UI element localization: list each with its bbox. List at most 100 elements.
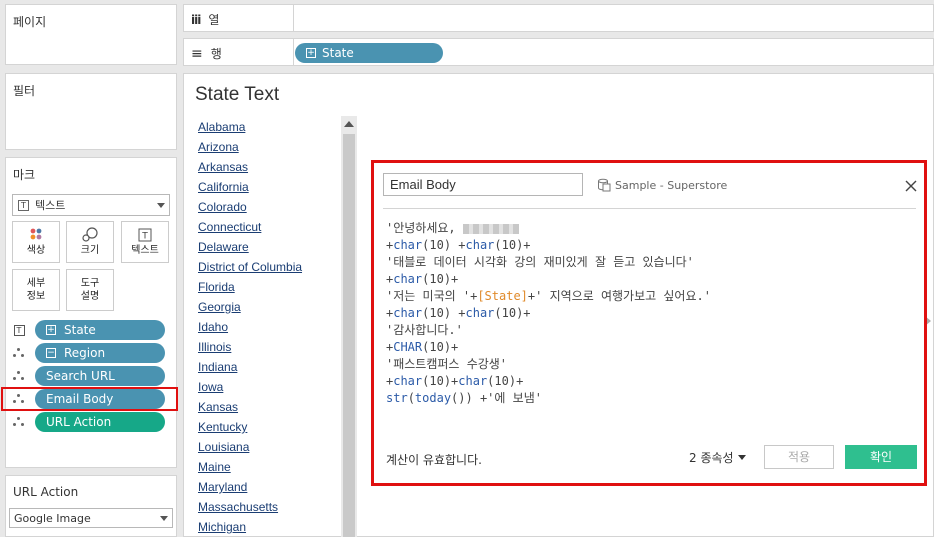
state-link[interactable]: California <box>198 179 302 199</box>
code-line-9: '패스트캠퍼스 수강생' <box>386 357 508 371</box>
state-link[interactable]: Georgia <box>198 299 302 319</box>
state-link[interactable]: Maryland <box>198 479 302 499</box>
state-link[interactable]: Kansas <box>198 399 302 419</box>
state-link[interactable]: Michigan <box>198 519 302 537</box>
code-text: +' 지역으로 여행가보고 싶어요.' <box>527 289 711 303</box>
state-link[interactable]: Arizona <box>198 139 302 159</box>
region-pill-label: Region <box>64 346 106 360</box>
ok-button[interactable]: 확인 <box>845 445 917 469</box>
state-link[interactable]: Louisiana <box>198 439 302 459</box>
plus-box-icon: + <box>46 325 56 335</box>
worksheet-title: State Text <box>195 84 280 105</box>
code-text: (10)+ <box>487 374 524 388</box>
rows-shelf[interactable]: ≡ 행 + State <box>183 38 934 66</box>
rows-label: 행 <box>210 47 222 61</box>
scrollbar-thumb[interactable] <box>343 134 355 537</box>
state-link[interactable]: Arkansas <box>198 159 302 179</box>
code-text: (10)+ <box>422 272 459 286</box>
code-text: ( <box>407 391 415 405</box>
code-keyword: char <box>393 374 423 388</box>
size-button[interactable]: 크기 <box>66 221 114 263</box>
code-text: (10) + <box>422 238 466 252</box>
calc-name-input[interactable]: Email Body <box>383 173 583 196</box>
url-action-card: URL Action Google Image <box>5 475 177 537</box>
filters-card[interactable]: 필터 <box>5 73 177 150</box>
marks-title: 마크 <box>13 168 36 182</box>
state-link[interactable]: Kentucky <box>198 419 302 439</box>
state-link[interactable]: Florida <box>198 279 302 299</box>
state-link[interactable]: Idaho <box>198 319 302 339</box>
marks-card: 마크 T 텍스트 색상 크기 T 텍스트 세부 정보 도구 설명 T + Sta… <box>5 157 177 468</box>
code-line-3: '태블로 데이터 시각화 강의 재미있게 잘 듣고 있습니다' <box>386 255 694 269</box>
pages-title: 페이지 <box>13 15 47 29</box>
tooltip-button[interactable]: 도구 설명 <box>66 269 114 311</box>
mark-field-region: − Region <box>12 343 165 363</box>
calculation-dialog: Email Body Sample - Superstore '안녕하세요, +… <box>371 160 927 486</box>
code-keyword: char <box>393 272 423 286</box>
code-keyword: char <box>393 306 423 320</box>
plus-box-icon: + <box>306 48 316 58</box>
code-field: [State] <box>477 289 528 303</box>
state-link[interactable]: Iowa <box>198 379 302 399</box>
state-link[interactable]: Delaware <box>198 239 302 259</box>
detail-button[interactable]: 세부 정보 <box>12 269 60 311</box>
close-icon[interactable] <box>904 179 918 193</box>
redacted-name <box>462 223 519 234</box>
url-action-pill[interactable]: URL Action <box>35 412 165 432</box>
pages-card: 페이지 <box>5 4 177 65</box>
mark-type-label: 텍스트 <box>35 199 66 212</box>
columns-shelf[interactable]: iii 열 <box>183 4 934 32</box>
code-text: '저는 미국의 '+ <box>386 289 478 303</box>
dependencies-label: 2 종속성 <box>689 451 734 465</box>
code-text: ()) +'에 보냄' <box>451 391 542 405</box>
state-link[interactable]: Connecticut <box>198 219 302 239</box>
state-link[interactable]: Indiana <box>198 359 302 379</box>
state-list: Alabama Arizona Arkansas California Colo… <box>198 119 302 537</box>
apply-button[interactable]: 적용 <box>764 445 834 469</box>
state-link[interactable]: Massachusetts <box>198 499 302 519</box>
code-keyword: char <box>458 374 488 388</box>
svg-text:T: T <box>141 232 148 242</box>
code-text: (10)+ <box>422 374 459 388</box>
mark-field-url-action: URL Action <box>12 412 165 432</box>
color-label: 색상 <box>26 245 46 256</box>
code-text: (10)+ <box>422 340 459 354</box>
chevron-down-icon <box>157 203 165 208</box>
url-action-pill-label: URL Action <box>46 415 112 429</box>
code-line-1: '안녕하세요, <box>386 221 463 235</box>
size-icon <box>67 225 113 245</box>
url-action-dropdown[interactable]: Google Image <box>9 508 173 528</box>
columns-icon: iii <box>191 12 201 27</box>
text-encoding-icon: T <box>13 324 25 336</box>
dependencies-dropdown[interactable]: 2 종속성 <box>689 449 746 466</box>
calc-status: 계산이 유효합니다. <box>386 453 482 467</box>
rows-state-pill[interactable]: + State <box>295 43 443 63</box>
datasource-icon <box>598 178 611 192</box>
tooltip-label-line1: 도구 <box>80 278 100 289</box>
search-url-pill[interactable]: Search URL <box>35 366 165 386</box>
mark-field-search-url: Search URL <box>12 366 165 386</box>
region-pill[interactable]: − Region <box>35 343 165 363</box>
search-url-pill-label: Search URL <box>46 369 115 383</box>
text-label: 텍스트 <box>131 245 159 256</box>
rows-state-pill-label: State <box>322 46 354 60</box>
formula-editor[interactable]: '안녕하세요, +char(10) +char(10)+ '태블로 데이터 시각… <box>386 220 711 407</box>
vertical-scrollbar[interactable] <box>341 116 357 537</box>
state-link[interactable]: Alabama <box>198 119 302 139</box>
state-link[interactable]: Illinois <box>198 339 302 359</box>
state-link[interactable]: Colorado <box>198 199 302 219</box>
text-button[interactable]: T 텍스트 <box>121 221 169 263</box>
size-label: 크기 <box>80 245 100 256</box>
state-link[interactable]: Maine <box>198 459 302 479</box>
color-button[interactable]: 색상 <box>12 221 60 263</box>
detail-label-line1: 세부 <box>26 278 46 289</box>
code-keyword: str <box>386 391 408 405</box>
mark-type-dropdown[interactable]: T 텍스트 <box>12 194 170 216</box>
detail-encoding-icon <box>13 348 25 358</box>
scroll-up-icon[interactable] <box>344 121 354 127</box>
state-link[interactable]: District of Columbia <box>198 259 302 279</box>
caret-down-icon <box>737 455 746 460</box>
detail-label-line2: 정보 <box>26 291 46 302</box>
detail-encoding-icon <box>13 371 25 381</box>
state-pill[interactable]: + State <box>35 320 165 340</box>
